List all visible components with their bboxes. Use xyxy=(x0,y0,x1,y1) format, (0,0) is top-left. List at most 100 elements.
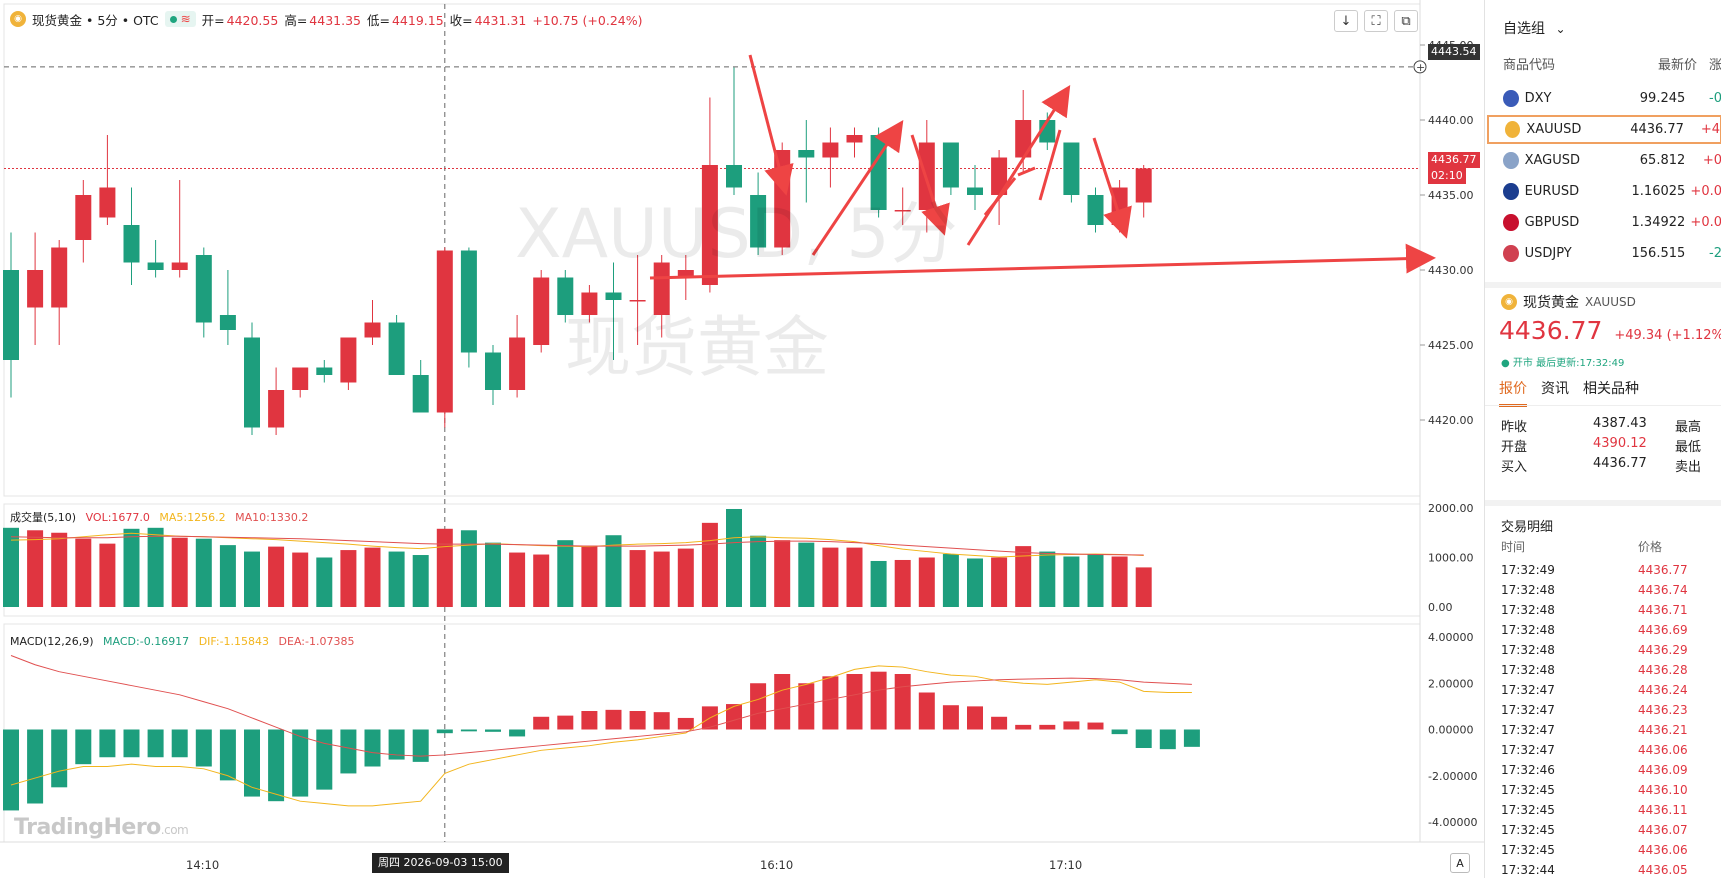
volume-bar xyxy=(316,557,333,607)
download-icon[interactable]: ↓ xyxy=(1334,10,1358,32)
volume-bar xyxy=(653,551,670,607)
candle-body xyxy=(147,262,164,270)
flag-icon xyxy=(1503,152,1519,169)
volume-bar xyxy=(195,538,212,607)
fullscreen-icon[interactable]: ⛶ xyxy=(1364,10,1388,32)
macd-histogram-bar xyxy=(316,729,333,790)
trade-row: 17:32:47 4436.24 xyxy=(1501,683,1688,697)
ohlc-readout: 开= 4420.55 高= 4431.35 低= 4419.15 收= 4431.31 … xyxy=(202,10,645,29)
quote-key: 买入 xyxy=(1501,460,1528,475)
trade-row: 17:32:48 4436.71 xyxy=(1501,603,1688,617)
watchlist-symbol: EURUSD xyxy=(1524,184,1580,199)
col-symbol[interactable]: 商品代码 xyxy=(1503,54,1617,80)
tab-related[interactable]: 相关品种 xyxy=(1583,378,1639,407)
trade-time: 17:32:48 xyxy=(1501,603,1555,617)
tab-news[interactable]: 资讯 xyxy=(1541,378,1569,407)
trade-price: 4436.77 xyxy=(1638,563,1688,577)
trade-price: 4436.07 xyxy=(1638,823,1688,837)
watchlist-row-xagusd[interactable]: XAGUSD 65.812 +0 xyxy=(1487,146,1721,175)
watchlist-row-eurusd[interactable]: EURUSD 1.16025 +0.0 xyxy=(1487,177,1721,206)
volume-tick-label: 0.00 xyxy=(1428,601,1453,614)
volume-bar xyxy=(51,532,68,607)
volume-tick-label: 2000.00 xyxy=(1428,502,1474,515)
macd-histogram-bar xyxy=(99,729,116,758)
macd-histogram-bar xyxy=(51,729,68,788)
chart-area[interactable]: 4445.004440.004435.004430.004425.004420.… xyxy=(0,0,1484,878)
macd-tick-label: 4.00000 xyxy=(1428,631,1474,644)
volume-label: 成交量(5,10) xyxy=(10,511,77,524)
symbol-title[interactable]: 现货黄金 • 5分 • OTC xyxy=(32,10,159,29)
watchlist-row-gbpusd[interactable]: GBPUSD 1.34922 +0.0 xyxy=(1487,208,1721,237)
col-change[interactable]: 涨 xyxy=(1697,54,1721,80)
candle-body xyxy=(27,270,44,308)
trade-row: 17:32:45 4436.10 xyxy=(1501,783,1688,797)
macd-histogram-bar xyxy=(1087,722,1104,730)
col-last[interactable]: 最新价 xyxy=(1617,54,1697,80)
trade-time: 17:32:45 xyxy=(1501,803,1555,817)
macd-histogram-bar xyxy=(123,729,140,758)
watchlist-row-usdjpy[interactable]: USDJPY 156.515 -2 xyxy=(1487,239,1721,268)
trade-time: 17:32:44 xyxy=(1501,863,1555,877)
quote-price: 4436.77 xyxy=(1499,316,1603,345)
chart-canvas[interactable]: 4445.004440.004435.004430.004425.004420.… xyxy=(0,0,1484,878)
trade-row: 17:32:45 4436.11 xyxy=(1501,803,1688,817)
candle-body xyxy=(219,315,236,330)
macd-histogram-bar xyxy=(436,729,453,734)
watchlist-group-selector[interactable]: 自选组 ⌄ xyxy=(1503,18,1566,38)
trade-time: 17:32:47 xyxy=(1501,703,1555,717)
watchlist-row-dxy[interactable]: DXY 99.245 -0 xyxy=(1487,84,1721,113)
tab-divider xyxy=(1485,405,1721,406)
trade-row: 17:32:44 4436.05 xyxy=(1501,863,1688,877)
macd-tick-label: 0.00000 xyxy=(1428,724,1474,737)
watchlist-row-xauusd[interactable]: XAUUSD 4436.77 +4 xyxy=(1487,115,1721,144)
quote-key: 开盘 xyxy=(1501,440,1528,455)
tab-quote[interactable]: 报价 xyxy=(1499,378,1527,407)
candle-body xyxy=(195,255,212,323)
quote-value: 4390.12 xyxy=(1593,436,1647,451)
trade-price: 4436.29 xyxy=(1638,643,1688,657)
macd-histogram-bar xyxy=(750,683,767,730)
symbol-watermark: XAUUSD, 5分 xyxy=(515,195,958,274)
dif-value: DIF:-1.15843 xyxy=(198,635,270,648)
auto-scale-button[interactable]: A xyxy=(1450,853,1470,873)
macd-histogram-bar xyxy=(533,716,550,730)
low-value: 4419.15 xyxy=(391,12,444,28)
trade-price: 4436.23 xyxy=(1638,703,1688,717)
trades-title: 交易明细 xyxy=(1501,520,1554,535)
candle-body xyxy=(340,337,357,383)
macd-histogram-bar xyxy=(244,729,260,797)
volume-bar xyxy=(894,559,911,607)
candle-body xyxy=(460,250,477,353)
volume-bar xyxy=(75,538,92,607)
candle-body xyxy=(436,250,453,413)
volume-bar xyxy=(701,522,718,607)
change-value: +10.75 (+0.24%) xyxy=(532,12,643,28)
time-label: 17:10 xyxy=(1049,858,1083,872)
open-value: 4420.55 xyxy=(226,12,279,28)
market-status: ● 开市 最后更新:17:32:49 xyxy=(1501,358,1625,369)
volume-bar xyxy=(846,547,863,607)
trade-time: 17:32:46 xyxy=(1501,763,1555,777)
volume-bar xyxy=(340,550,357,607)
trade-price: 4436.24 xyxy=(1638,683,1688,697)
close-value: 4431.31 xyxy=(474,12,527,28)
volume-bar xyxy=(123,528,140,607)
low-label: 低= xyxy=(366,12,390,28)
price-tick-label: 4425.00 xyxy=(1428,339,1474,352)
volume-ma10: MA10:1330.2 xyxy=(235,511,309,524)
screenshot-icon[interactable]: ⧉ xyxy=(1394,10,1418,32)
macd-histogram-bar xyxy=(147,729,164,758)
volume-bar xyxy=(581,545,598,607)
macd-histogram-bar xyxy=(1159,729,1176,750)
chart-toolbar: ↓ ⛶ ⧉ xyxy=(1334,10,1418,32)
quote-value: 4436.77 xyxy=(1593,456,1647,471)
volume-bar xyxy=(991,557,1008,607)
volume-bar xyxy=(677,548,694,607)
trade-time: 17:32:45 xyxy=(1501,823,1555,837)
watchlist-change: +4 xyxy=(1700,122,1720,137)
candle-body xyxy=(509,337,526,390)
trade-price: 4436.11 xyxy=(1638,803,1688,817)
status-dot-icon xyxy=(169,15,177,23)
macd-histogram-bar xyxy=(195,729,212,767)
macd-histogram-bar xyxy=(1015,724,1032,730)
